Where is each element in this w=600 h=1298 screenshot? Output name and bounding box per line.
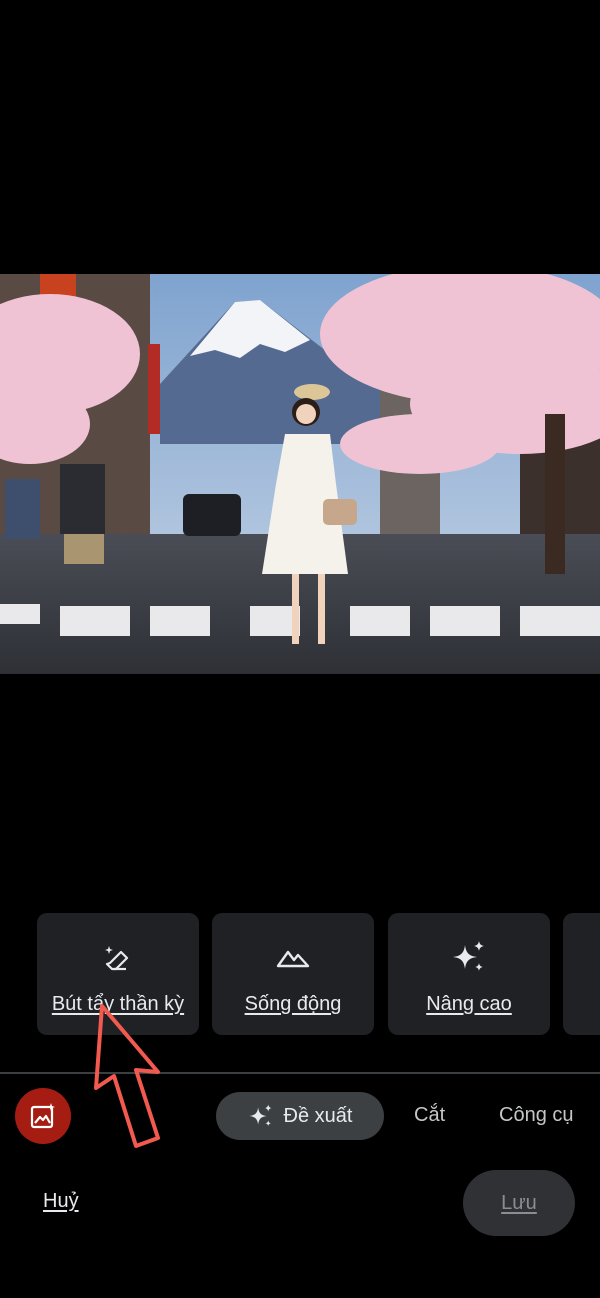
- mountain-icon: [212, 939, 374, 975]
- photo-sparkle-icon: [30, 1103, 55, 1129]
- tool-label: Nâng cao: [426, 993, 512, 1015]
- suggestions-label: Đề xuất: [283, 1104, 353, 1127]
- tab-tools[interactable]: Công cụ: [499, 1104, 574, 1127]
- sparkle-icon: [388, 939, 550, 975]
- tool-card-vivid[interactable]: Sống động: [212, 913, 374, 1035]
- cancel-button[interactable]: Huỷ: [43, 1190, 79, 1213]
- magic-eraser-icon: [37, 939, 199, 975]
- tool-card-enhance[interactable]: Nâng cao: [388, 913, 550, 1035]
- gallery-button[interactable]: [15, 1088, 71, 1144]
- save-button[interactable]: Lưu: [463, 1170, 575, 1236]
- tool-label: Sống động: [244, 993, 342, 1015]
- tool-card-partial[interactable]: [563, 913, 600, 1035]
- annotation-arrow: [94, 1004, 160, 1148]
- save-label: Lưu: [501, 1191, 537, 1214]
- tab-crop[interactable]: Cắt: [414, 1104, 445, 1127]
- sparkle-icon: [248, 1104, 272, 1127]
- photo-preview[interactable]: [0, 274, 600, 674]
- suggestions-chip[interactable]: Đề xuất: [216, 1092, 384, 1140]
